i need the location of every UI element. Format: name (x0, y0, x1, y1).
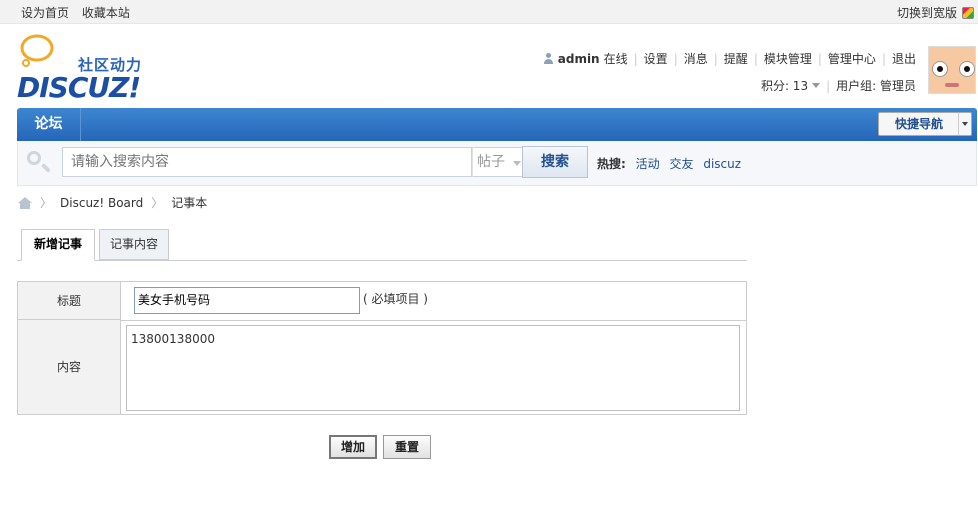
tab-add-note[interactable]: 新增记事 (21, 229, 95, 261)
top-bar-right: 切换到宽版 (897, 4, 974, 21)
search-type-value: 帖子 (477, 154, 505, 170)
nav-tab-forum[interactable]: 论坛 (17, 108, 81, 141)
note-form: 标题 美女手机号码 ( 必填项目 ) 内容 13800138000 (17, 281, 747, 415)
user-group-link[interactable]: 用户组: 管理员 (836, 77, 916, 94)
breadcrumb-current: 记事本 (171, 196, 208, 210)
separator: | (826, 78, 831, 93)
breadcrumb: 〉 Discuz! Board 〉 记事本 (18, 194, 207, 211)
settings-link[interactable]: 设置 (644, 50, 668, 67)
separator: | (633, 51, 638, 66)
avatar-eye (932, 61, 948, 77)
switch-wide-link[interactable]: 切换到宽版 (897, 4, 957, 21)
messages-link[interactable]: 消息 (684, 50, 708, 67)
main-nav: 论坛 快捷导航 (17, 108, 977, 141)
quick-nav-label: 快捷导航 (894, 117, 943, 131)
username-link[interactable]: admin (558, 52, 600, 66)
hot-search-term[interactable]: 交友 (669, 157, 693, 171)
chevron-down-icon (958, 113, 971, 135)
bookmark-link[interactable]: 收藏本站 (82, 6, 130, 20)
module-admin-link[interactable]: 模块管理 (764, 50, 812, 67)
chevron-down-icon (513, 161, 522, 166)
content-label: 内容 (18, 320, 121, 414)
header: 社区动力 DISCUZ! admin 在线 | 设置 | 消息 | 提醒 | 模… (0, 24, 978, 108)
tab-note-content[interactable]: 记事内容 (99, 229, 169, 260)
avatar-eye (959, 61, 975, 77)
top-bar-left: 设为首页 收藏本站 (21, 4, 139, 21)
separator: | (753, 51, 758, 66)
form-actions: 增加 重置 (329, 435, 431, 459)
search-icon (27, 151, 51, 173)
top-bar: 设为首页 收藏本站 切换到宽版 (0, 0, 978, 24)
separator: | (817, 51, 822, 66)
search-button[interactable]: 搜索 (522, 146, 588, 178)
content-textarea[interactable]: 13800138000 (126, 325, 740, 411)
search-input[interactable] (62, 147, 472, 177)
layout-toggle-icon[interactable] (962, 6, 974, 19)
separator: | (881, 51, 886, 66)
separator: | (713, 51, 718, 66)
hot-search: 热搜: 活动 交友 discuz (597, 155, 741, 172)
set-home-link[interactable]: 设为首页 (21, 6, 69, 20)
breadcrumb-board[interactable]: Discuz! Board (60, 196, 143, 210)
required-hint: ( 必填项目 ) (363, 292, 428, 306)
speech-bubble-icon (20, 34, 54, 67)
quick-nav-button[interactable]: 快捷导航 (878, 112, 972, 136)
tab-bar: 新增记事 记事内容 (17, 229, 747, 261)
search-type-select[interactable]: 帖子 (472, 147, 523, 177)
logo-wordmark: DISCUZ! (17, 71, 141, 104)
avatar-mouth (945, 83, 959, 87)
notifications-link[interactable]: 提醒 (724, 50, 748, 67)
reset-button[interactable]: 重置 (383, 435, 431, 459)
title-label: 标题 (18, 282, 121, 320)
breadcrumb-separator: 〉 (40, 196, 53, 210)
separator: | (673, 51, 678, 66)
search-bar: 帖子 搜索 热搜: 活动 交友 discuz (17, 141, 977, 186)
user-icon (543, 53, 554, 64)
hot-search-term[interactable]: 活动 (636, 157, 660, 171)
breadcrumb-separator: 〉 (151, 196, 164, 210)
logout-link[interactable]: 退出 (892, 50, 916, 67)
site-logo[interactable]: 社区动力 DISCUZ! (16, 34, 156, 104)
hot-search-label: 热搜: (597, 157, 626, 171)
title-input[interactable]: 美女手机号码 (134, 287, 360, 314)
home-icon[interactable] (18, 196, 32, 209)
chevron-down-icon[interactable] (812, 83, 821, 88)
user-bar: admin 在线 | 设置 | 消息 | 提醒 | 模块管理 | 管理中心 | … (543, 50, 916, 67)
add-button[interactable]: 增加 (329, 435, 377, 459)
points-link[interactable]: 积分: 13 (761, 77, 808, 94)
row-divider (121, 320, 746, 321)
online-status: 在线 (603, 52, 628, 66)
admin-center-link[interactable]: 管理中心 (828, 50, 876, 67)
hot-search-term[interactable]: discuz (703, 157, 741, 171)
avatar[interactable] (928, 46, 976, 94)
user-info-bar: 积分: 13 | 用户组: 管理员 (761, 77, 916, 94)
